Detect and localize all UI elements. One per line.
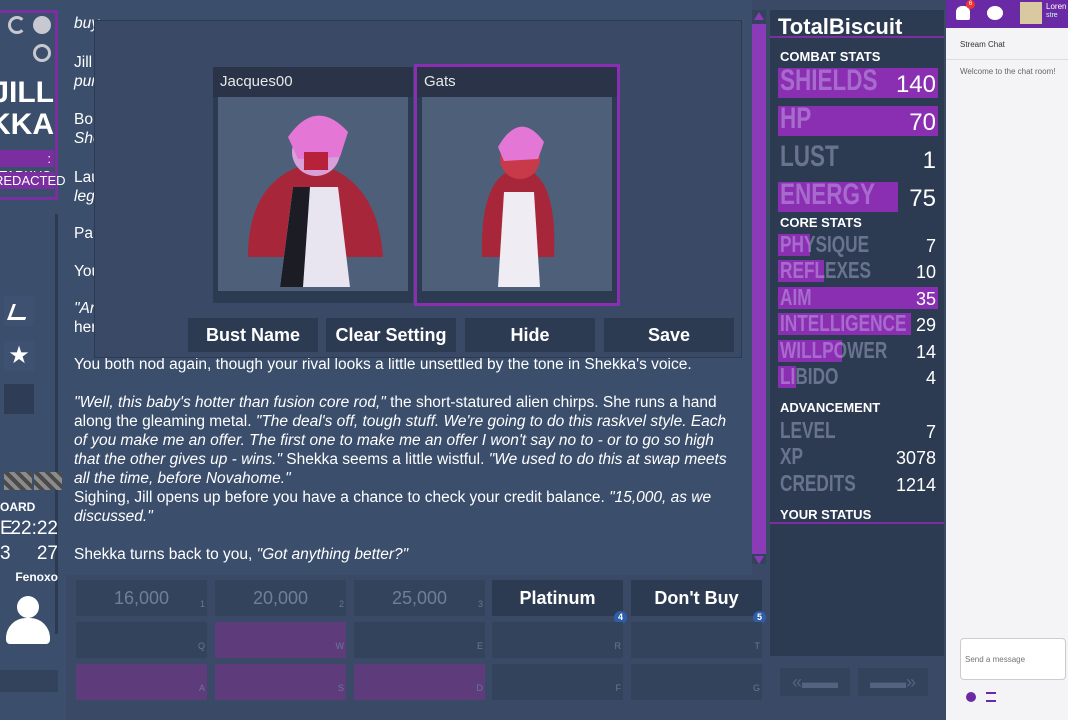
location-tag: : TARKUS <box>0 150 54 183</box>
chat-message-input[interactable] <box>960 638 1066 680</box>
author-credit: Fenoxo <box>15 570 58 584</box>
bust-option-jacques00[interactable]: Jacques00 <box>213 67 413 303</box>
hp-stat: HP 70 <box>778 102 938 136</box>
empty-action-button[interactable]: G <box>631 664 762 700</box>
character-bust-image <box>422 97 612 291</box>
your-status-header: YOUR STATUS <box>780 507 872 522</box>
empty-action-button[interactable]: A <box>76 664 207 700</box>
combat-stats-header: COMBAT STATS <box>780 49 881 64</box>
empty-action-button[interactable]: Q <box>76 622 207 658</box>
lust-stat: LUST 1 <box>780 140 936 174</box>
save-button[interactable]: Save <box>604 318 734 352</box>
hatch-tile <box>34 472 62 490</box>
chat-title: Stream Chat <box>960 40 1005 49</box>
character-bust-image <box>218 97 408 291</box>
intelligence-stat: INTELLIGENCE 29 <box>778 310 936 336</box>
bust-setting-dialog: Jacques00 Gats Bust Name Clear Setting H… <box>94 20 742 358</box>
aim-stat: AIM 35 <box>778 284 938 310</box>
zoom-icon[interactable] <box>33 44 51 62</box>
story-paragraph: Shekka turns back to you, "Got anything … <box>74 546 409 563</box>
stream-chat-panel: 6 Loren stre Stream Chat Welcome to the … <box>946 0 1068 720</box>
story-line: "Ar <box>74 300 96 317</box>
day-count: 27 <box>36 543 58 564</box>
bust-option-name: Gats <box>417 67 617 97</box>
dont-buy-button[interactable]: Don't Buy 5 <box>631 580 766 624</box>
planet-tag: REDACTED <box>0 172 66 189</box>
bust-option-name: Jacques00 <box>213 67 413 97</box>
user-avatar-icon[interactable] <box>4 594 52 646</box>
offer-20000-button[interactable]: 20,000 2 <box>215 580 346 616</box>
credits-stat: CREDITS 1214 <box>780 470 936 496</box>
offer-25000-button[interactable]: 25,000 3 <box>354 580 485 616</box>
map-cell <box>4 384 34 414</box>
story-scrollbar-thumb[interactable] <box>752 24 766 554</box>
notification-count: 6 <box>966 0 975 9</box>
level-stat: LEVEL 7 <box>780 417 936 443</box>
platinum-button[interactable]: Platinum 4 <box>492 580 627 624</box>
story-line: Jill <box>74 54 93 71</box>
chat-list-icon[interactable] <box>986 692 996 702</box>
page-back-icon[interactable]: «▬▬ <box>780 668 850 696</box>
empty-action-button[interactable]: E <box>354 622 485 658</box>
refresh-icon[interactable] <box>8 16 26 34</box>
story-line: Bo <box>74 111 93 128</box>
empty-action-button[interactable]: S <box>215 664 346 700</box>
empty-action-button[interactable]: D <box>354 664 485 700</box>
chat-welcome-message: Welcome to the chat room! <box>960 67 1056 76</box>
libido-stat: LIBIDO 4 <box>778 363 936 389</box>
offer-16000-button[interactable]: 16,000 1 <box>76 580 207 616</box>
board-label: OARD <box>0 500 36 514</box>
user-status: stre <box>1046 12 1058 19</box>
physique-stat: PHYSIQUE 7 <box>778 231 936 257</box>
shields-stat: SHIELDS 140 <box>778 64 938 98</box>
empty-action-button[interactable]: R <box>492 622 623 658</box>
user-avatar[interactable] <box>1020 2 1042 24</box>
star-icon[interactable]: ★ <box>4 341 34 371</box>
advancement-header: ADVANCEMENT <box>780 400 881 415</box>
settings-gear-icon[interactable] <box>33 16 51 34</box>
energy-stat: ENERGY 75 <box>778 178 936 212</box>
user-name: Loren <box>1046 2 1067 11</box>
hatch-tile <box>4 472 32 490</box>
crown-icon[interactable] <box>987 6 1003 20</box>
map-stairs-icon[interactable] <box>4 296 34 326</box>
day-prefix: 3 <box>0 543 11 564</box>
scroll-down-icon[interactable] <box>754 556 764 564</box>
empty-action-button[interactable]: F <box>492 664 623 700</box>
empty-action-button[interactable]: W <box>215 622 346 658</box>
story-paragraph: Sighing, Jill opens up before you have a… <box>74 489 712 525</box>
story-line: leg <box>74 188 95 205</box>
stats-panel: TotalBiscuit COMBAT STATS SHIELDS 140 HP 7… <box>770 10 944 656</box>
scroll-up-icon[interactable] <box>754 12 764 20</box>
character-sidebar: JILL EKKA : TARKUS REDACTED ★ OARD E 22:… <box>0 0 66 720</box>
willpower-stat: WILLPOWER 14 <box>778 337 936 363</box>
empty-action-button[interactable]: T <box>631 622 762 658</box>
clear-setting-button[interactable]: Clear Setting <box>326 318 456 352</box>
reflexes-stat: REFLEXES 10 <box>778 257 936 283</box>
bust-name-button[interactable]: Bust Name <box>188 318 318 352</box>
bust-option-gats[interactable]: Gats <box>414 64 620 306</box>
game-time: 22:22 <box>10 518 58 539</box>
character-name-last: EKKA <box>0 108 54 141</box>
arrow-button[interactable] <box>0 670 58 692</box>
chat-settings-icon[interactable] <box>966 692 976 702</box>
page-forward-icon[interactable]: ▬▬» <box>858 668 928 696</box>
xp-stat: XP 3078 <box>780 443 936 469</box>
story-paragraph: "Well, this baby's hotter than fusion co… <box>74 394 727 487</box>
character-name-first: JILL <box>0 76 54 109</box>
hide-button[interactable]: Hide <box>465 318 595 352</box>
core-stats-header: CORE STATS <box>780 215 862 230</box>
